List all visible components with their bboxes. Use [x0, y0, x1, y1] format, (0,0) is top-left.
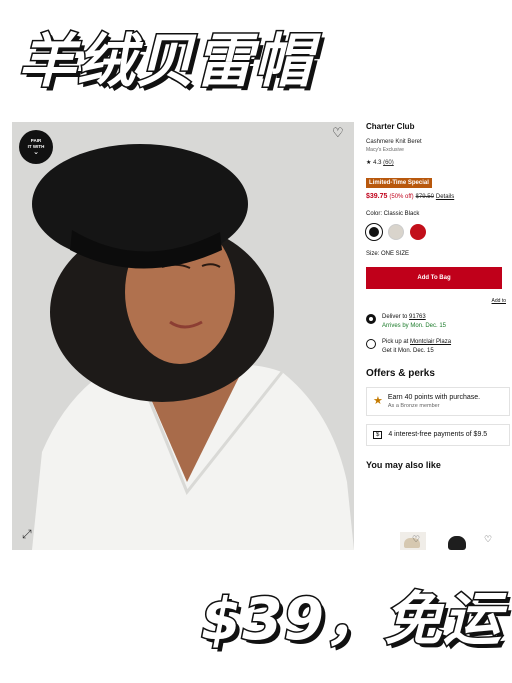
banner-footer: $39，免运: [199, 584, 502, 655]
deliver-radio[interactable]: [366, 314, 376, 324]
pickup-radio[interactable]: [366, 339, 376, 349]
exclusive-label: Macy's Exclusive: [366, 147, 404, 153]
pickup-option[interactable]: Pick up at Montclair Plaza Get it Mon. D…: [366, 339, 506, 354]
banner-title: 羊绒贝雷帽: [16, 26, 314, 97]
pair-it-with-badge[interactable]: PAIR IT WITH ⌄: [19, 130, 53, 164]
review-count[interactable]: (60): [383, 160, 394, 166]
heart-icon[interactable]: ♡: [332, 125, 344, 141]
swatch-cream[interactable]: [388, 224, 404, 240]
zip-link[interactable]: 91763: [409, 314, 426, 320]
add-to-bag-button[interactable]: Add To Bag: [366, 267, 502, 289]
product-panel: Charter Club Cashmere Knit Beret Macy's …: [366, 122, 510, 470]
recommend-item[interactable]: [440, 532, 480, 550]
hat-thumbnail: [448, 536, 466, 550]
add-to-list-link[interactable]: Add to: [366, 298, 506, 304]
dollar-icon: $: [373, 431, 383, 439]
recommend-heading: You may also like: [366, 460, 441, 470]
installments-card[interactable]: $ 4 interest-free payments of $9.5: [366, 424, 510, 446]
deliver-option[interactable]: Deliver to 91763 Arrives by Mon. Dec. 15: [366, 314, 506, 329]
points-card: ★ Earn 40 points with purchase. As a Bro…: [366, 387, 510, 416]
brand-name[interactable]: Charter Club: [366, 122, 506, 131]
arrival-date: Arrives by Mon. Dec. 15: [382, 323, 447, 329]
swatch-red[interactable]: [410, 224, 426, 240]
offers-heading: Offers & perks: [366, 368, 435, 379]
product-name: Cashmere Knit Beret: [366, 139, 422, 145]
swatch-black[interactable]: [366, 224, 382, 240]
product-image[interactable]: PAIR IT WITH ⌄ ⤢: [12, 122, 354, 550]
heart-icon[interactable]: ♡: [484, 534, 492, 545]
promo-badge: Limited-Time Special: [366, 178, 432, 188]
heart-icon[interactable]: ♡: [412, 534, 420, 545]
color-swatches: [366, 224, 506, 240]
pickup-date: Get it Mon. Dec. 15: [382, 348, 434, 354]
store-link[interactable]: Montclair Plaza: [410, 339, 451, 345]
color-label: Color: Classic Black: [366, 211, 420, 217]
star-icon: ★: [366, 160, 372, 166]
model-photo: [12, 122, 354, 550]
price-row: $39.75 (50% off) $79.50 Details: [366, 193, 455, 200]
details-link[interactable]: Details: [436, 194, 454, 200]
size-label: Size: ONE SIZE: [366, 251, 410, 257]
expand-icon[interactable]: ⤢: [22, 527, 32, 542]
star-icon: ★: [373, 395, 383, 407]
chevron-down-icon: ⌄: [33, 149, 39, 156]
rating[interactable]: ★ 4.3 (60): [366, 159, 506, 166]
